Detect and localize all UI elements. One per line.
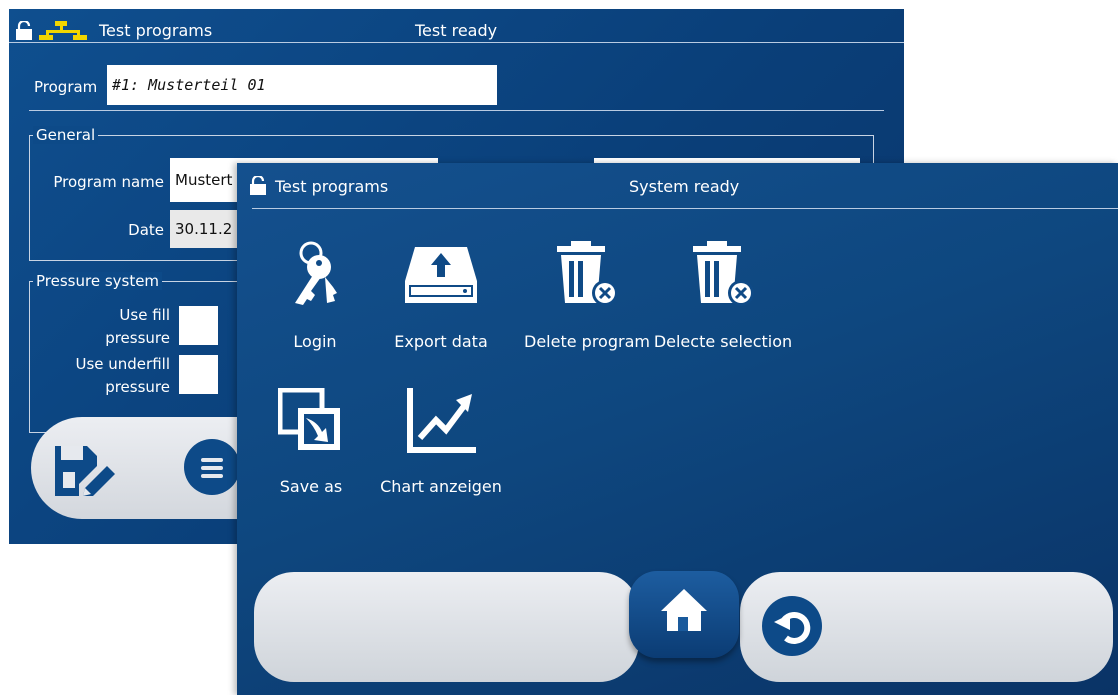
delete-program-tile[interactable]: Delete program	[512, 241, 662, 351]
fill-label-1: Use fill	[119, 306, 170, 324]
delete-selection-label: Delecte selection	[653, 332, 793, 351]
keys-icon	[295, 241, 337, 305]
underfill-pressure-checkbox[interactable]	[179, 355, 218, 394]
fill-label-2: pressure	[105, 329, 170, 347]
menu-icon	[201, 458, 223, 478]
general-label: General	[33, 126, 99, 144]
home-button[interactable]	[629, 571, 739, 658]
home-icon	[661, 589, 707, 631]
chart-icon	[407, 388, 476, 453]
back-window-status: Test ready	[415, 21, 498, 40]
chart-label: Chart anzeigen	[380, 477, 502, 496]
menu-button[interactable]	[184, 439, 240, 495]
program-label: Program	[34, 78, 98, 96]
trash-delete-icon	[557, 241, 618, 306]
trash-delete-selection-icon	[693, 241, 754, 306]
export-data-label: Export data	[394, 332, 488, 351]
lock-open-icon[interactable]	[249, 176, 267, 196]
network-icon[interactable]	[39, 21, 91, 41]
export-drive-icon	[405, 247, 477, 303]
pressure-label: Pressure system	[33, 272, 163, 290]
program-divider	[29, 110, 884, 111]
fill-pressure-checkbox[interactable]	[179, 306, 218, 345]
back-button[interactable]	[762, 596, 822, 656]
header-divider	[9, 42, 904, 43]
back-window-title: Test programs	[99, 21, 213, 40]
front-window-status: System ready	[629, 177, 740, 196]
save-as-icon	[278, 388, 340, 450]
export-data-tile[interactable]: Export data	[366, 241, 516, 351]
program-name-label: Program name	[53, 173, 164, 191]
delete-selection-tile[interactable]: Delecte selection	[648, 241, 798, 351]
front-bottom-bar-left	[254, 572, 639, 682]
date-label: Date	[128, 221, 164, 239]
back-arrow-icon	[774, 611, 811, 644]
delete-program-label: Delete program	[524, 332, 650, 351]
front-window: Test programs System ready Login Export …	[237, 163, 1118, 695]
save-edit-icon[interactable]	[53, 444, 117, 498]
front-header-divider	[252, 208, 1118, 209]
lock-open-icon[interactable]	[15, 21, 33, 41]
program-select[interactable]: #1: Musterteil 01	[107, 65, 497, 105]
save-as-tile[interactable]: Save as	[237, 388, 386, 496]
front-window-title: Test programs	[275, 177, 389, 196]
underfill-label-1: Use underfill	[75, 355, 170, 373]
underfill-label-2: pressure	[105, 378, 170, 396]
save-as-label: Save as	[279, 477, 343, 496]
chart-tile[interactable]: Chart anzeigen	[366, 388, 516, 496]
